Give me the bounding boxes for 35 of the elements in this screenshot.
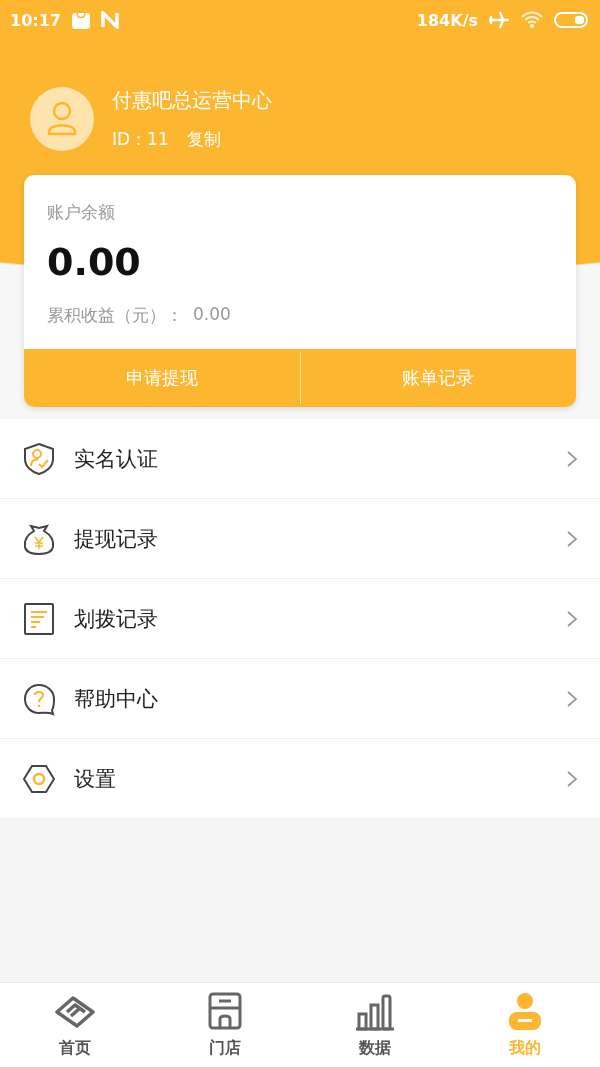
- chevron-icon: [566, 609, 578, 628]
- menu-item[interactable]: 提现记录: [0, 499, 600, 579]
- avatar: [30, 87, 94, 151]
- menu-label: 设置: [74, 765, 117, 793]
- notification-icon: [100, 11, 119, 29]
- chevron-icon: [566, 769, 578, 788]
- menu-item[interactable]: 设置: [0, 739, 600, 819]
- balance-label: 账户余额: [47, 201, 116, 224]
- battery-icon: [554, 11, 588, 29]
- menu-label: 实名认证: [74, 445, 159, 473]
- nav-tab[interactable]: 首页: [0, 983, 150, 1067]
- nav-tab[interactable]: 门店: [150, 983, 300, 1067]
- earnings-label: 累积收益（元）：: [47, 304, 183, 327]
- store-app-icon: [70, 10, 91, 30]
- earnings-amount: 0.00: [193, 304, 231, 326]
- chevron-icon: [566, 449, 578, 468]
- chevron-icon: [566, 529, 578, 548]
- help-icon: [22, 681, 56, 716]
- menu-label: 帮助中心: [74, 685, 159, 713]
- shield-icon: [22, 441, 56, 476]
- balance-amount: 0.00: [47, 240, 142, 284]
- account-id: ID：11: [112, 128, 169, 151]
- menu-item[interactable]: 划拨记录: [0, 579, 600, 659]
- network-speed: 184K/s: [416, 10, 478, 30]
- menu-item[interactable]: 实名认证: [0, 419, 600, 499]
- nav-tab[interactable]: 数据: [300, 983, 450, 1067]
- wifi-icon: [520, 11, 544, 29]
- airplane-icon: [488, 11, 510, 29]
- document-icon: [22, 601, 56, 636]
- chevron-icon: [566, 689, 578, 708]
- account-name: 付惠吧总运营中心: [112, 87, 272, 114]
- status-time: 10:17: [10, 10, 61, 30]
- menu-label: 提现记录: [74, 525, 159, 553]
- menu-label: 划拨记录: [74, 605, 159, 633]
- menu-item[interactable]: 帮助中心: [0, 659, 600, 739]
